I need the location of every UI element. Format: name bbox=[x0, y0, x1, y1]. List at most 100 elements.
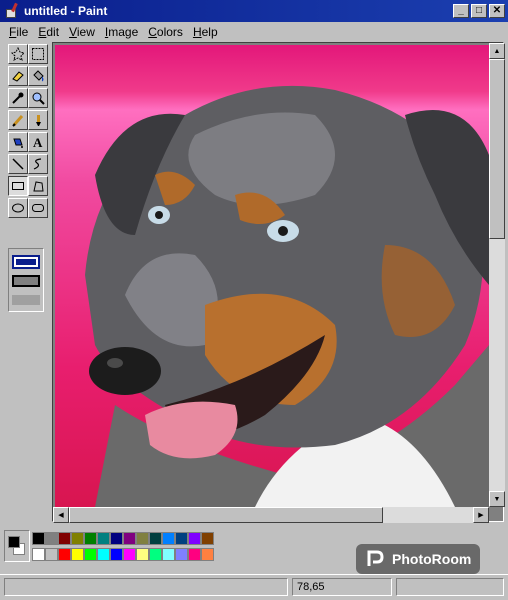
brush-tool[interactable] bbox=[28, 110, 48, 130]
fill-style-outline-fill[interactable] bbox=[12, 275, 40, 287]
palette-swatch[interactable] bbox=[175, 548, 188, 561]
dog-photo bbox=[85, 85, 489, 507]
palette-swatch[interactable] bbox=[162, 548, 175, 561]
polygon-icon bbox=[33, 181, 44, 192]
text-tool[interactable]: A bbox=[28, 132, 48, 152]
menu-bar: File Edit View Image Colors Help bbox=[0, 22, 508, 42]
palette-swatch[interactable] bbox=[110, 548, 123, 561]
close-button[interactable]: ✕ bbox=[489, 4, 505, 18]
menu-view[interactable]: View bbox=[64, 25, 100, 39]
pick-color-tool[interactable] bbox=[8, 88, 28, 108]
eraser-icon bbox=[12, 71, 24, 82]
eraser-tool[interactable] bbox=[8, 66, 28, 86]
paint-app-icon bbox=[4, 2, 20, 19]
horizontal-scrollbar[interactable]: ◀ ▶ bbox=[53, 507, 489, 523]
palette-swatch[interactable] bbox=[58, 548, 71, 561]
rounded-rectangle-icon bbox=[32, 204, 44, 212]
palette-swatch[interactable] bbox=[110, 532, 123, 545]
fill-tool[interactable] bbox=[28, 66, 48, 86]
paint-bucket-icon bbox=[33, 70, 44, 82]
palette-swatch[interactable] bbox=[136, 548, 149, 561]
palette-swatch[interactable] bbox=[32, 548, 45, 561]
title-bar[interactable]: untitled - Paint _ □ ✕ bbox=[0, 0, 508, 22]
magnifier-tool[interactable] bbox=[28, 88, 48, 108]
menu-image[interactable]: Image bbox=[100, 25, 143, 39]
rectangle-tool[interactable] bbox=[8, 176, 28, 196]
watermark-text: PhotoRoom bbox=[392, 551, 472, 567]
svg-text:A: A bbox=[33, 135, 43, 149]
menu-file[interactable]: File bbox=[4, 25, 33, 39]
palette-swatch[interactable] bbox=[84, 548, 97, 561]
scroll-left-button[interactable]: ◀ bbox=[53, 507, 69, 523]
pencil-icon bbox=[12, 115, 24, 127]
ellipse-icon bbox=[12, 203, 24, 213]
palette-swatch[interactable] bbox=[71, 548, 84, 561]
palette-swatch[interactable] bbox=[188, 532, 201, 545]
color-palette bbox=[4, 530, 244, 566]
palette-swatch[interactable] bbox=[32, 532, 45, 545]
rect-select-icon bbox=[32, 48, 44, 60]
airbrush-icon bbox=[13, 138, 23, 148]
line-tool[interactable] bbox=[8, 154, 28, 174]
status-coordinates: 78,65 bbox=[292, 578, 392, 596]
palette-swatch[interactable] bbox=[188, 548, 201, 561]
text-icon: A bbox=[33, 135, 43, 149]
foreground-color-swatch[interactable] bbox=[8, 536, 20, 548]
palette-swatch[interactable] bbox=[149, 532, 162, 545]
curve-tool[interactable] bbox=[28, 154, 48, 174]
scroll-down-button[interactable]: ▼ bbox=[489, 491, 505, 507]
status-size bbox=[396, 578, 504, 596]
rectangle-icon bbox=[12, 182, 24, 190]
brush-icon bbox=[36, 115, 41, 126]
scroll-right-button[interactable]: ▶ bbox=[473, 507, 489, 523]
vertical-scroll-thumb[interactable] bbox=[489, 59, 505, 239]
palette-swatch[interactable] bbox=[123, 548, 136, 561]
palette-swatch[interactable] bbox=[45, 532, 58, 545]
palette-swatch[interactable] bbox=[45, 548, 58, 561]
window-title: untitled - Paint bbox=[24, 4, 108, 18]
rounded-rectangle-tool[interactable] bbox=[28, 198, 48, 218]
line-icon bbox=[12, 158, 24, 170]
polygon-tool[interactable] bbox=[28, 176, 48, 196]
palette-swatch[interactable] bbox=[175, 532, 188, 545]
palette-swatch[interactable] bbox=[58, 532, 71, 545]
horizontal-scroll-thumb[interactable] bbox=[69, 507, 383, 523]
dog-tongue bbox=[145, 401, 238, 459]
palette-swatch[interactable] bbox=[201, 532, 214, 545]
ellipse-tool[interactable] bbox=[8, 198, 28, 218]
palette-swatch[interactable] bbox=[84, 532, 97, 545]
palette-swatch[interactable] bbox=[123, 532, 136, 545]
status-bar: 78,65 bbox=[0, 574, 508, 598]
palette-swatch[interactable] bbox=[201, 548, 214, 561]
outline-swatch bbox=[14, 257, 38, 267]
canvas-frame: ▲ ▼ ◀ ▶ bbox=[52, 42, 505, 523]
scroll-up-button[interactable]: ▲ bbox=[489, 43, 505, 59]
palette-swatch[interactable] bbox=[162, 532, 175, 545]
palette-swatch[interactable] bbox=[97, 532, 110, 545]
magnifier-icon bbox=[32, 92, 45, 105]
vertical-scrollbar[interactable]: ▲ ▼ bbox=[489, 43, 505, 507]
minimize-button[interactable]: _ bbox=[453, 4, 469, 18]
photoroom-logo-icon bbox=[367, 550, 384, 566]
fill-style-fill-only[interactable] bbox=[12, 295, 40, 305]
palette-swatch[interactable] bbox=[97, 548, 110, 561]
free-form-select-tool[interactable] bbox=[8, 44, 28, 64]
status-message bbox=[4, 578, 288, 596]
menu-colors[interactable]: Colors bbox=[143, 25, 188, 39]
airbrush-tool[interactable] bbox=[8, 132, 28, 152]
select-tool[interactable] bbox=[28, 44, 48, 64]
fill-style-outline[interactable] bbox=[12, 255, 40, 269]
menu-help[interactable]: Help bbox=[188, 25, 223, 39]
current-colors[interactable] bbox=[4, 530, 30, 562]
drawing-canvas[interactable] bbox=[55, 45, 489, 507]
palette-swatch[interactable] bbox=[149, 548, 162, 561]
paint-brush-shape bbox=[11, 2, 18, 13]
eyedropper-icon bbox=[12, 92, 24, 104]
free-form-select-icon bbox=[11, 47, 25, 61]
photoroom-watermark: PhotoRoom bbox=[356, 544, 480, 574]
pencil-tool[interactable] bbox=[8, 110, 28, 130]
menu-edit[interactable]: Edit bbox=[33, 25, 64, 39]
palette-swatch[interactable] bbox=[71, 532, 84, 545]
maximize-button[interactable]: □ bbox=[471, 4, 487, 18]
palette-swatch[interactable] bbox=[136, 532, 149, 545]
